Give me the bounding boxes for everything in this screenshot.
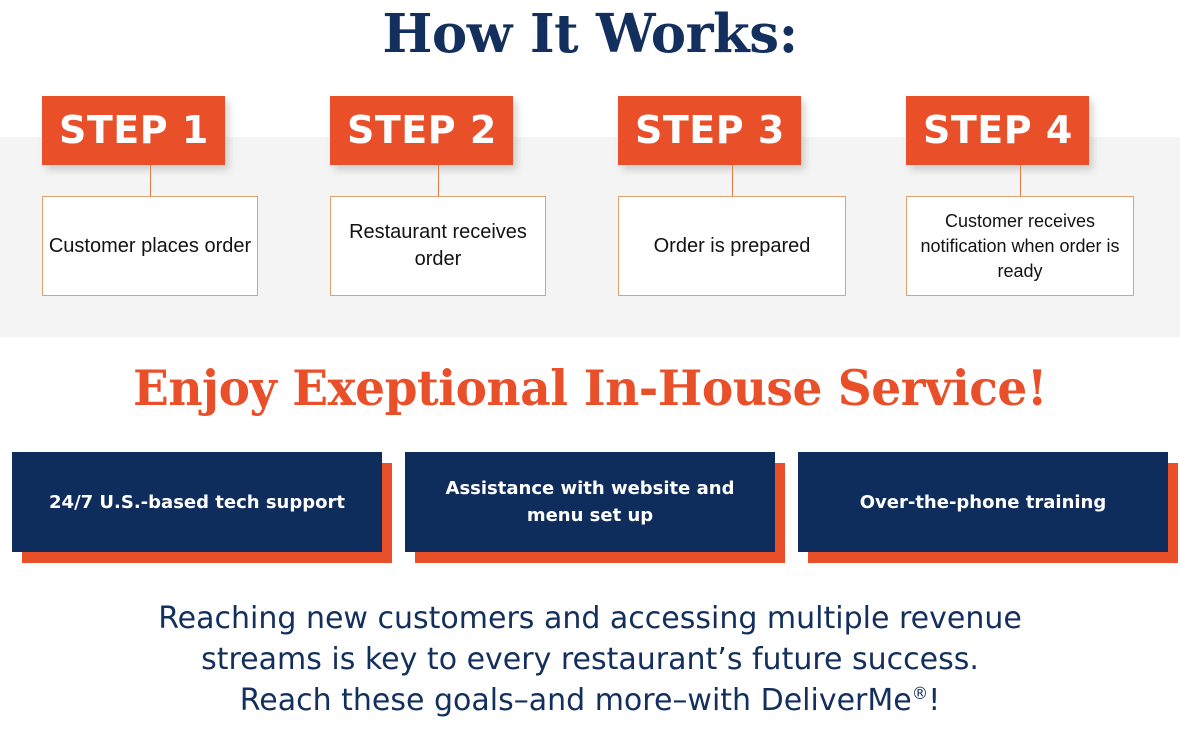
service-card-2-label: Assistance with website and menu set up — [405, 452, 775, 552]
step-column-1: STEP 1 Customer places order — [42, 96, 258, 296]
steps-row: STEP 1 Customer places order STEP 2 Rest… — [0, 96, 1180, 301]
closing-line-3: Reach these goals–and more–with DeliverM… — [0, 680, 1180, 721]
page-title: How It Works: — [382, 3, 798, 65]
step-connector-3 — [732, 165, 733, 196]
step-badge-2: STEP 2 — [330, 96, 513, 165]
closing-paragraph: Reaching new customers and accessing mul… — [0, 598, 1180, 721]
service-card-3-label: Over-the-phone training — [798, 452, 1168, 552]
service-headline: Enjoy Exeptional In-House Service! — [132, 359, 1048, 417]
closing-line-1: Reaching new customers and accessing mul… — [158, 601, 1022, 636]
infographic-page: How It Works: STEP 1 Customer places ord… — [0, 0, 1180, 736]
closing-line-2: streams is key to every restaurant’s fut… — [201, 642, 979, 677]
step-badge-1: STEP 1 — [42, 96, 225, 165]
step-description-box-2: Restaurant receives order — [330, 196, 546, 296]
step-column-4: STEP 4 Customer receives notification wh… — [906, 96, 1134, 296]
service-card-1-label: 24/7 U.S.-based tech support — [12, 452, 382, 552]
service-cards-row: 24/7 U.S.-based tech support Assistance … — [0, 452, 1180, 572]
closing-line-3-text: Reach these goals–and more–with DeliverM… — [239, 683, 912, 718]
step-connector-4 — [1020, 165, 1021, 196]
step-connector-1 — [150, 165, 151, 196]
closing-line-3-suffix: ! — [928, 683, 941, 718]
step-connector-2 — [438, 165, 439, 196]
step-column-2: STEP 2 Restaurant receives order — [330, 96, 546, 296]
step-badge-3: STEP 3 — [618, 96, 801, 165]
registered-trademark-icon: ® — [911, 684, 929, 703]
step-badge-4: STEP 4 — [906, 96, 1089, 165]
step-description-box-1: Customer places order — [42, 196, 258, 296]
step-description-box-3: Order is prepared — [618, 196, 846, 296]
step-description-box-4: Customer receives notification when orde… — [906, 196, 1134, 296]
step-column-3: STEP 3 Order is prepared — [618, 96, 846, 296]
